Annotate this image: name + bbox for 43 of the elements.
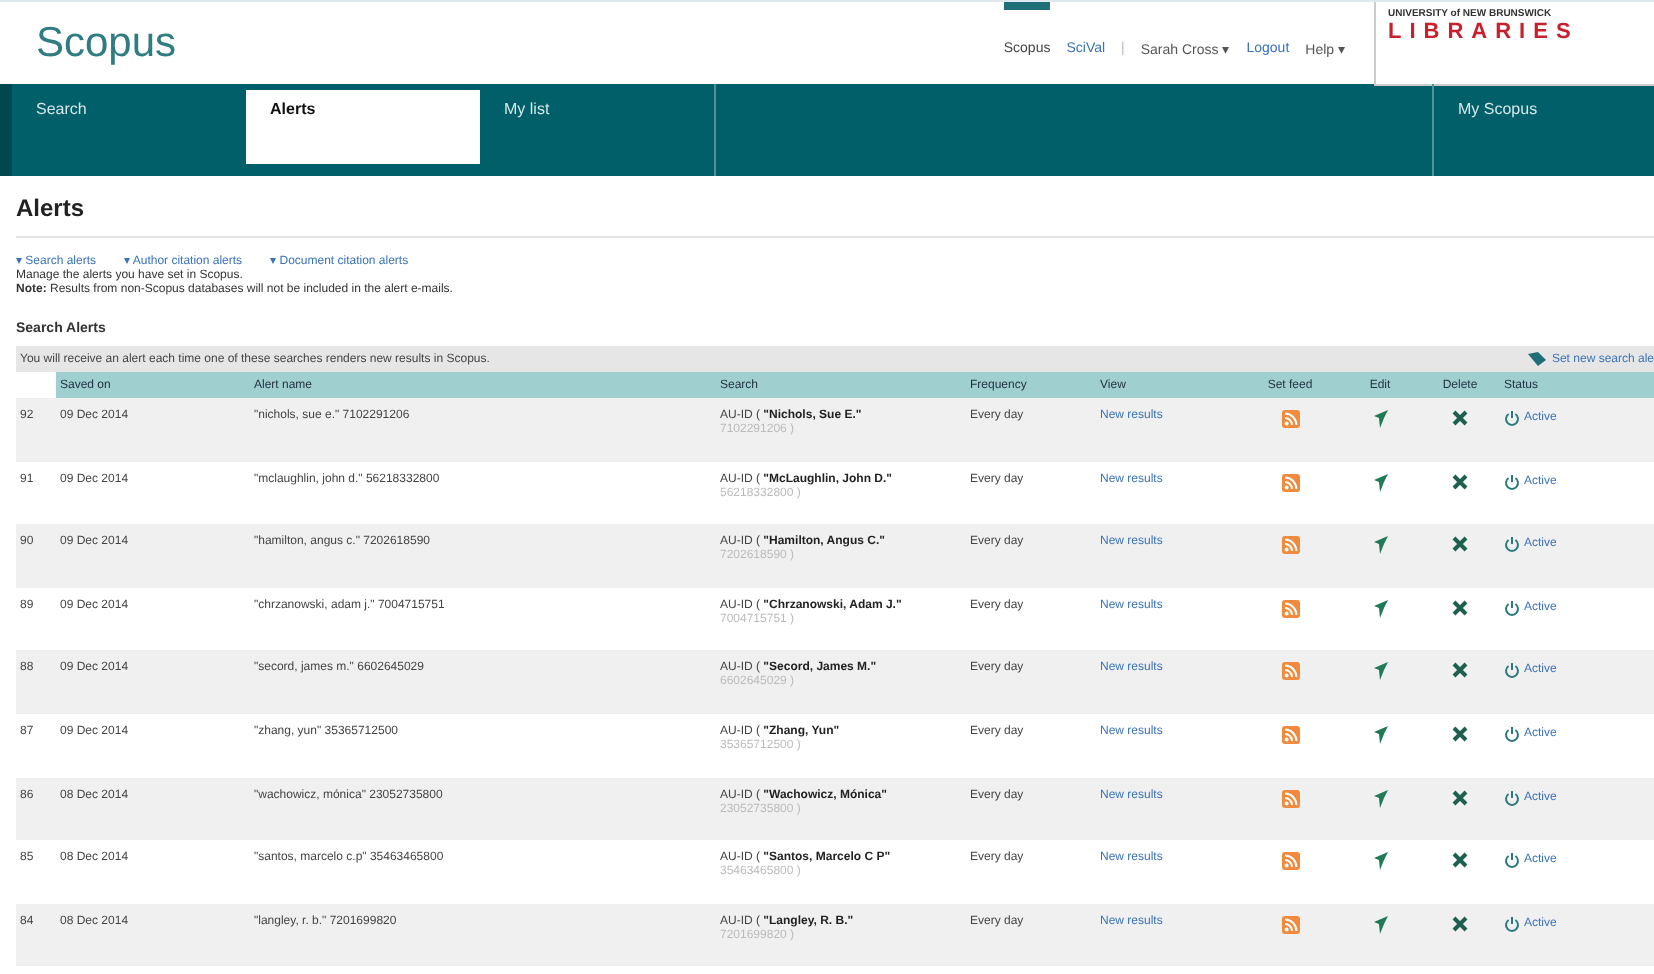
edit-icon[interactable] (1371, 662, 1389, 681)
delete-icon[interactable] (1452, 789, 1468, 806)
rss-feed-icon[interactable] (1281, 662, 1299, 681)
rss-feed-icon[interactable] (1281, 915, 1299, 934)
power-icon (1504, 915, 1520, 932)
edit-icon[interactable] (1371, 789, 1389, 808)
rss-feed-icon[interactable] (1281, 725, 1299, 744)
power-icon (1504, 789, 1520, 806)
delete-icon[interactable] (1452, 852, 1468, 869)
nav-tab[interactable]: My Scopus (1434, 84, 1654, 176)
power-icon (1504, 536, 1520, 553)
page-title: Alerts (16, 176, 1654, 238)
edit-icon[interactable] (1371, 410, 1389, 428)
power-icon (1504, 473, 1520, 490)
delete-icon[interactable] (1452, 410, 1468, 426)
rss-feed-icon[interactable] (1281, 789, 1299, 808)
edit-icon[interactable] (1371, 536, 1389, 555)
tag-icon (1527, 352, 1546, 366)
delete-icon[interactable] (1452, 536, 1468, 553)
edit-icon[interactable] (1371, 599, 1389, 618)
power-icon (1504, 725, 1520, 742)
edit-icon[interactable] (1371, 725, 1389, 744)
edit-icon[interactable] (1371, 852, 1389, 871)
nav-tab[interactable]: Alerts (246, 90, 480, 164)
rss-feed-icon[interactable] (1281, 852, 1299, 871)
edit-icon[interactable] (1371, 915, 1389, 934)
power-icon (1504, 852, 1520, 869)
rss-feed-icon[interactable] (1281, 599, 1299, 618)
delete-icon[interactable] (1452, 725, 1468, 742)
power-icon (1504, 662, 1520, 679)
delete-icon[interactable] (1452, 599, 1468, 616)
delete-icon[interactable] (1452, 473, 1468, 490)
delete-icon[interactable] (1452, 662, 1468, 679)
rss-feed-icon[interactable] (1281, 536, 1299, 555)
scopus-logo[interactable]: Scopus (36, 19, 1004, 67)
edit-icon[interactable] (1371, 473, 1389, 492)
nav-tab[interactable]: Search (12, 84, 246, 176)
power-icon (1504, 599, 1520, 616)
rss-feed-icon[interactable] (1281, 473, 1299, 492)
rss-feed-icon[interactable] (1281, 410, 1299, 428)
power-icon (1504, 410, 1520, 426)
nav-tab[interactable]: My list (480, 84, 714, 176)
delete-icon[interactable] (1452, 915, 1468, 932)
